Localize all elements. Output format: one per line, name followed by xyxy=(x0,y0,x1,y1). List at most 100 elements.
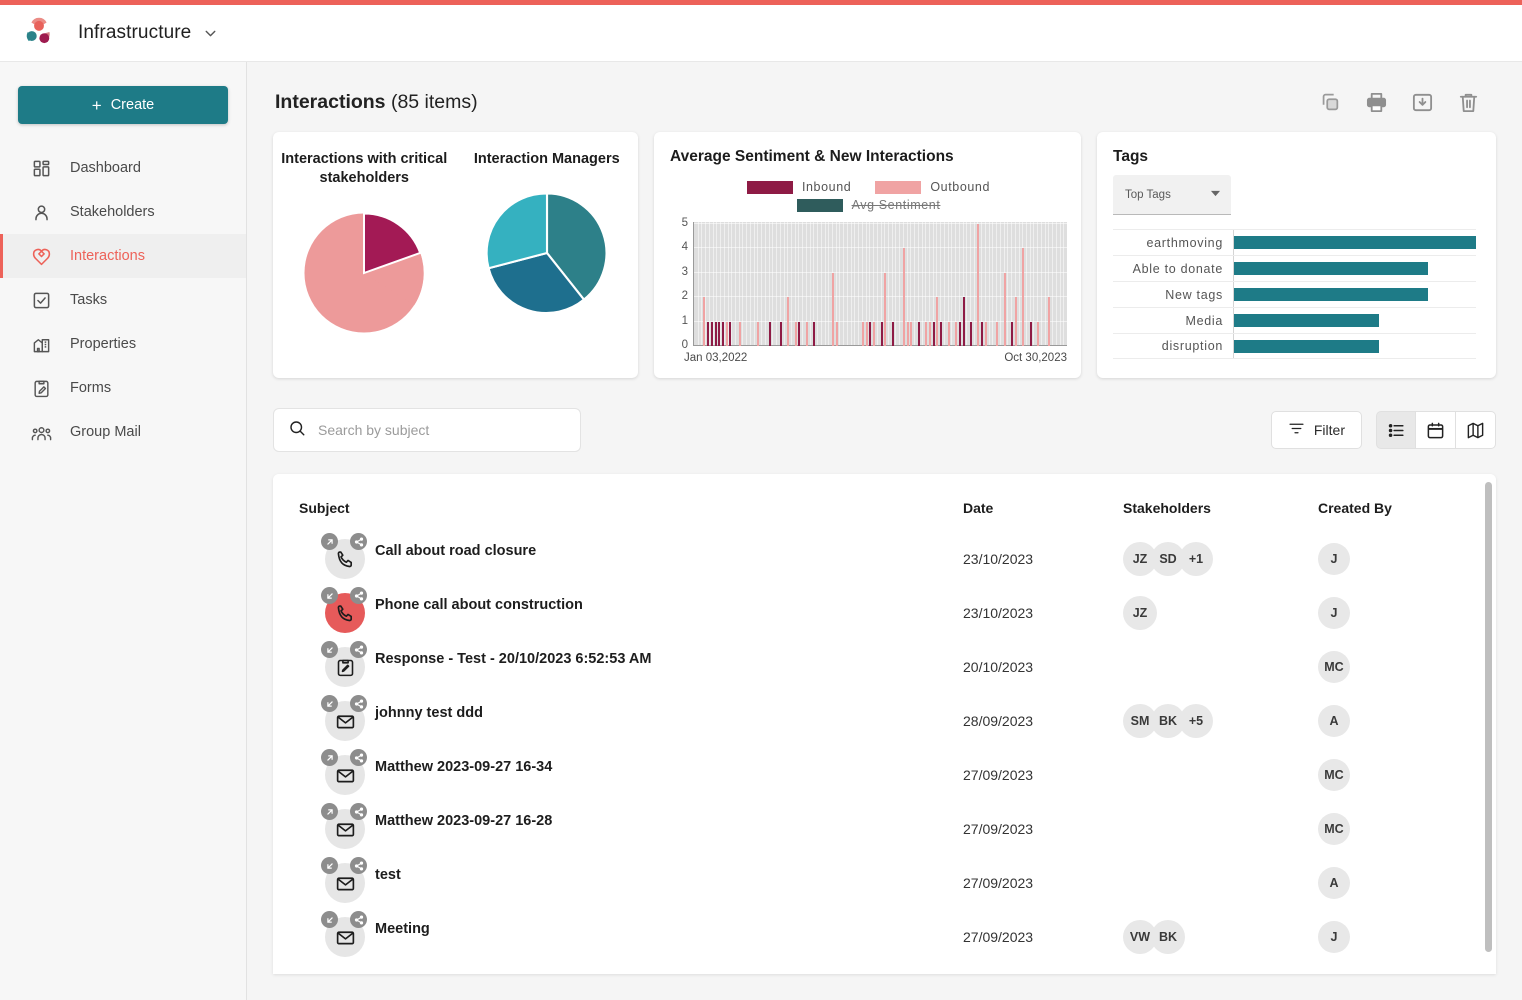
cell-subject[interactable]: Matthew 2023-09-27 16-28 xyxy=(273,802,963,856)
avatar[interactable]: MC xyxy=(1318,759,1350,791)
table-scrollbar[interactable] xyxy=(1485,482,1492,974)
tag-row[interactable]: New tags xyxy=(1113,281,1476,307)
sidebar-item-interactions[interactable]: Interactions xyxy=(0,234,246,278)
email-icon xyxy=(321,803,367,849)
grid-line xyxy=(887,222,889,346)
pie-title: Interaction Managers xyxy=(473,151,620,167)
cell-subject[interactable]: Call about road closure xyxy=(273,532,963,586)
legend-item-outbound[interactable]: Outbound xyxy=(875,180,990,194)
top-tags-dropdown[interactable]: Top Tags xyxy=(1113,175,1231,215)
legend-item-avg-sentiment[interactable]: Avg Sentiment xyxy=(796,198,941,212)
stakeholder-chip[interactable]: BK xyxy=(1151,920,1185,954)
email-icon xyxy=(321,749,367,795)
create-button-label: Create xyxy=(110,97,155,113)
avatar[interactable]: MC xyxy=(1318,813,1350,845)
chart-bar xyxy=(794,321,797,346)
search-box[interactable] xyxy=(273,408,581,452)
stakeholder-chip[interactable]: +5 xyxy=(1179,704,1213,738)
avatar[interactable]: J xyxy=(1318,543,1350,575)
sidebar-item-properties[interactable]: Properties xyxy=(0,322,246,366)
chart-bar xyxy=(947,321,950,346)
cell-stakeholders: JZ SD +1 xyxy=(1123,532,1318,586)
clipboard-pen-icon xyxy=(30,377,52,399)
delete-icon[interactable] xyxy=(1456,90,1480,114)
tag-row[interactable]: Able to donate xyxy=(1113,255,1476,281)
chart-bar xyxy=(757,321,760,346)
cell-subject[interactable]: Phone call about construction xyxy=(273,586,963,640)
sidebar-item-dashboard[interactable]: Dashboard xyxy=(0,146,246,190)
group-people-icon xyxy=(30,421,52,443)
avatar[interactable]: J xyxy=(1318,597,1350,629)
avatar[interactable]: MC xyxy=(1318,651,1350,683)
table-row[interactable]: Call about road closure 23/10/2023 JZ SD +1 J xyxy=(273,532,1496,586)
sidebar-item-tasks[interactable]: Tasks xyxy=(0,278,246,322)
map-view-icon[interactable] xyxy=(1456,411,1496,449)
sentiment-bars[interactable] xyxy=(693,222,1067,346)
sidebar-item-forms[interactable]: Forms xyxy=(0,366,246,410)
column-header-date[interactable]: Date xyxy=(963,474,1123,532)
tag-row[interactable]: disruption xyxy=(1113,333,1476,359)
archive-download-icon[interactable] xyxy=(1410,90,1434,114)
sidebar-item-group-mail[interactable]: Group Mail xyxy=(0,410,246,454)
avatar[interactable]: A xyxy=(1318,705,1350,737)
main-content: Interactions (85 items) Interactions wit… xyxy=(247,62,1522,1000)
cell-subject[interactable]: johnny test ddd xyxy=(273,694,963,748)
email-icon xyxy=(321,695,367,741)
list-view-icon[interactable] xyxy=(1376,411,1416,449)
chart-bar xyxy=(813,321,816,346)
grid-line xyxy=(705,222,707,346)
sidebar-item-stakeholders[interactable]: Stakeholders xyxy=(0,190,246,234)
grid-line xyxy=(966,222,968,346)
tag-row[interactable]: earthmoving xyxy=(1113,229,1476,255)
cell-subject[interactable]: Matthew 2023-09-27 16-34 xyxy=(273,748,963,802)
create-button[interactable]: + Create xyxy=(18,86,228,124)
chart-bar xyxy=(798,321,801,346)
grid-line xyxy=(783,222,785,346)
grid-line xyxy=(1033,222,1035,346)
cell-created-by: MC xyxy=(1318,640,1468,694)
cell-date: 23/10/2023 xyxy=(963,605,1034,621)
table-row[interactable]: Matthew 2023-09-27 16-34 27/09/2023 MC xyxy=(273,748,1496,802)
column-header-subject[interactable]: Subject xyxy=(273,474,963,532)
cell-subject[interactable]: Response - Test - 20/10/2023 6:52:53 AM xyxy=(273,640,963,694)
print-icon[interactable] xyxy=(1364,90,1388,114)
chevron-down-icon xyxy=(1209,187,1222,203)
legend-item-inbound[interactable]: Inbound xyxy=(746,180,851,194)
table-row[interactable]: Phone call about construction 23/10/2023 J… xyxy=(273,586,1496,640)
table-row[interactable]: Response - Test - 20/10/2023 6:52:53 AM 2… xyxy=(273,640,1496,694)
sidebar-item-label: Group Mail xyxy=(70,424,141,440)
header-actions xyxy=(1318,90,1480,114)
table-row[interactable]: Matthew 2023-09-27 16-28 27/09/2023 MC xyxy=(273,802,1496,856)
cell-subject[interactable]: Meeting xyxy=(273,910,963,964)
duplicate-icon[interactable] xyxy=(1318,90,1342,114)
column-header-created-by[interactable]: Created By xyxy=(1318,474,1468,532)
cell-date: 27/09/2023 xyxy=(963,929,1034,945)
pie-chart-right[interactable] xyxy=(456,191,639,315)
table-row[interactable]: johnny test ddd 28/09/2023 SM BK +5 A xyxy=(273,694,1496,748)
search-input[interactable] xyxy=(318,422,566,438)
table-row[interactable]: test 27/09/2023 A xyxy=(273,856,1496,910)
stakeholder-chip[interactable]: +1 xyxy=(1179,542,1213,576)
chart-bar xyxy=(729,321,732,346)
cell-created-by: MC xyxy=(1318,802,1468,856)
checkbox-icon xyxy=(30,289,52,311)
grid-line xyxy=(1025,222,1027,346)
avatar[interactable]: A xyxy=(1318,867,1350,899)
page-header: Interactions (85 items) xyxy=(247,62,1522,114)
table-row[interactable]: Meeting 27/09/2023 VW BK J xyxy=(273,910,1496,964)
filter-button[interactable]: Filter xyxy=(1270,411,1362,449)
chart-bar xyxy=(902,248,905,346)
chart-bar xyxy=(936,297,939,346)
view-toggle-group xyxy=(1376,411,1496,449)
share-icon xyxy=(350,533,367,550)
stakeholder-chip[interactable]: JZ xyxy=(1123,596,1157,630)
tag-row[interactable]: Media xyxy=(1113,307,1476,333)
column-header-stakeholders[interactable]: Stakeholders xyxy=(1123,474,1318,532)
y-axis-ticks: 5 4 3 2 1 0 xyxy=(670,217,688,351)
calendar-view-icon[interactable] xyxy=(1416,411,1456,449)
chevron-down-icon[interactable] xyxy=(202,25,219,42)
avatar[interactable]: J xyxy=(1318,921,1350,953)
pie-chart-left[interactable] xyxy=(273,211,456,335)
cell-stakeholders: JZ xyxy=(1123,586,1318,640)
cell-subject[interactable]: test xyxy=(273,856,963,910)
